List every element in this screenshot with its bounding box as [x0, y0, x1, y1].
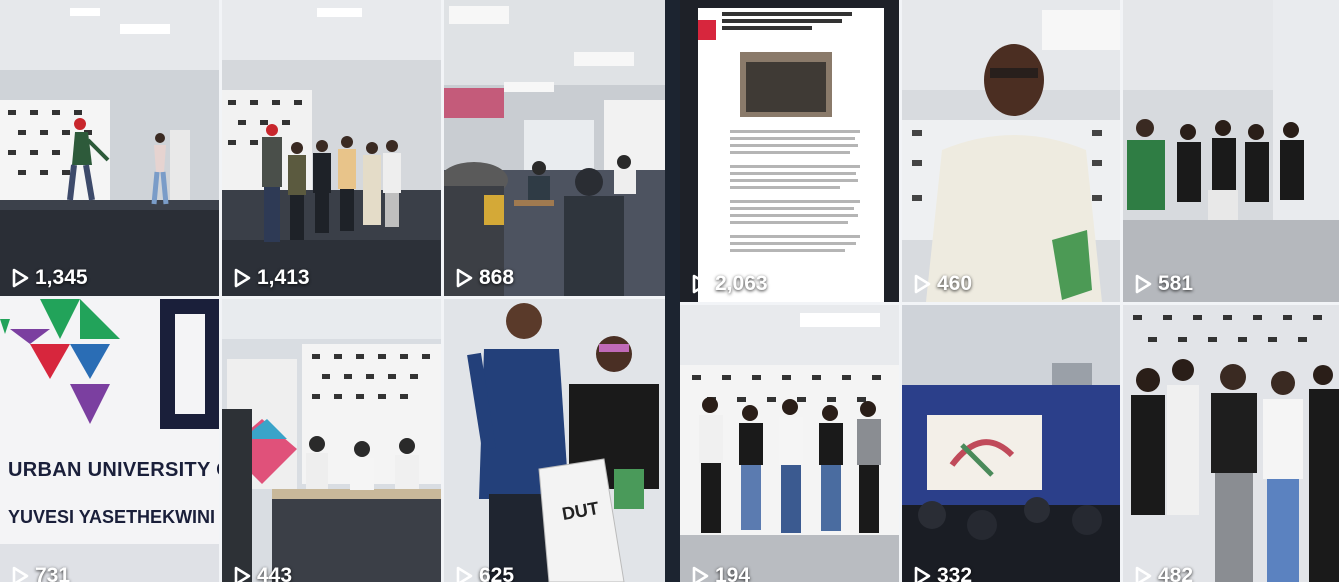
video-thumbnail: [680, 305, 899, 582]
view-count-label: 731: [35, 564, 71, 582]
view-count-label: 482: [1158, 564, 1194, 582]
video-tile-speaker-closeup[interactable]: 460: [902, 0, 1120, 302]
video-thumbnail: [1123, 0, 1339, 302]
video-tile-registration-table[interactable]: 443: [222, 299, 441, 582]
play-icon: [455, 566, 473, 582]
view-count-label: 1,413: [257, 266, 310, 289]
play-icon: [913, 274, 931, 294]
right-video-grid: 2,063 460 581 194 332 482: [680, 0, 1339, 582]
play-icon: [913, 566, 931, 582]
view-count: 1,345: [11, 266, 88, 290]
play-icon: [455, 268, 473, 288]
play-icon: [11, 268, 29, 288]
video-tile-classroom[interactable]: 868: [444, 0, 665, 296]
video-thumbnail: [444, 299, 665, 582]
video-thumbnail: [222, 0, 441, 296]
banner-text-line2: YUVESI YASETHEKWINI YE: [8, 507, 219, 527]
view-count: 482: [1134, 564, 1193, 582]
play-icon: [11, 566, 29, 582]
view-count: 2,063: [691, 272, 768, 296]
video-thumbnail: [902, 0, 1120, 302]
play-icon: [691, 566, 709, 582]
left-video-grid: 1,345 1,413 868 URBAN UNIVERSITY O YUVES…: [0, 0, 665, 582]
view-count-label: 194: [715, 564, 751, 582]
view-count: 581: [1134, 272, 1193, 296]
video-tile-stage-performance[interactable]: 1,345: [0, 0, 219, 296]
play-icon: [1134, 274, 1152, 294]
video-thumbnail: [0, 299, 219, 582]
video-tile-bag-presentation[interactable]: DUT 625: [444, 299, 665, 582]
video-tile-group-photo-3[interactable]: 482: [1123, 305, 1339, 582]
view-count: 332: [913, 564, 972, 582]
video-thumbnail: [444, 0, 665, 296]
view-count-label: 1,345: [35, 266, 88, 289]
panel-divider: [665, 0, 680, 582]
view-count: 194: [691, 564, 750, 582]
view-count-label: 2,063: [715, 272, 768, 295]
view-count: 443: [233, 564, 292, 582]
video-thumbnail: [1123, 305, 1339, 582]
play-icon: [233, 566, 251, 582]
video-thumbnail: [902, 305, 1120, 582]
view-count-label: 460: [937, 272, 973, 295]
video-tile-presentation-room[interactable]: 332: [902, 305, 1120, 582]
video-thumbnail: [680, 0, 899, 302]
video-thumbnail: [222, 299, 441, 582]
play-icon: [233, 268, 251, 288]
view-count: 1,413: [233, 266, 310, 290]
view-count-label: 625: [479, 564, 515, 582]
video-tile-group-photo-2[interactable]: 194: [680, 305, 899, 582]
view-count: 625: [455, 564, 514, 582]
view-count: 731: [11, 564, 70, 582]
video-tile-article-screenshot[interactable]: 2,063: [680, 0, 899, 302]
view-count-label: 868: [479, 266, 515, 289]
view-count-label: 332: [937, 564, 973, 582]
video-thumbnail: [0, 0, 219, 296]
view-count-label: 443: [257, 564, 293, 582]
video-tile-dut-logo[interactable]: URBAN UNIVERSITY O YUVESI YASETHEKWINI Y…: [0, 299, 219, 582]
view-count: 868: [455, 266, 514, 290]
play-icon: [1134, 566, 1152, 582]
video-grid-screen: 1,345 1,413 868 URBAN UNIVERSITY O YUVES…: [0, 0, 1339, 582]
video-tile-group-photo-1[interactable]: 581: [1123, 0, 1339, 302]
view-count-label: 581: [1158, 272, 1194, 295]
view-count: 460: [913, 272, 972, 296]
play-icon: [691, 274, 709, 294]
banner-text-line1: URBAN UNIVERSITY O: [8, 459, 219, 481]
video-tile-stage-group[interactable]: 1,413: [222, 0, 441, 296]
